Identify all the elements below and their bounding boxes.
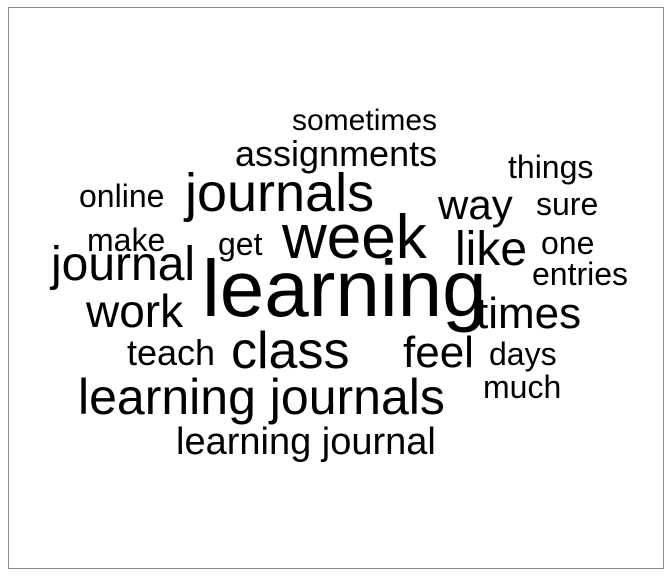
word-sometimes: sometimes xyxy=(292,104,438,137)
word-teach: teach xyxy=(127,332,216,373)
word-times: times xyxy=(476,289,582,338)
word-learning: learning xyxy=(202,244,487,333)
word-things: things xyxy=(508,149,594,185)
word-online: online xyxy=(79,178,165,214)
word-one: one xyxy=(541,225,595,261)
word-journal: journal xyxy=(51,238,196,291)
word-entries: entries xyxy=(532,256,629,292)
word-much: much xyxy=(483,369,562,405)
word-days: days xyxy=(489,336,557,372)
word-cloud-frame: sometimes assignments things online jour… xyxy=(8,7,664,569)
word-learning-journals: learning journals xyxy=(78,369,445,425)
word-sure: sure xyxy=(536,186,599,222)
word-learning-journal: learning journal xyxy=(176,421,436,463)
word-way: way xyxy=(438,181,513,228)
word-work: work xyxy=(86,285,184,337)
